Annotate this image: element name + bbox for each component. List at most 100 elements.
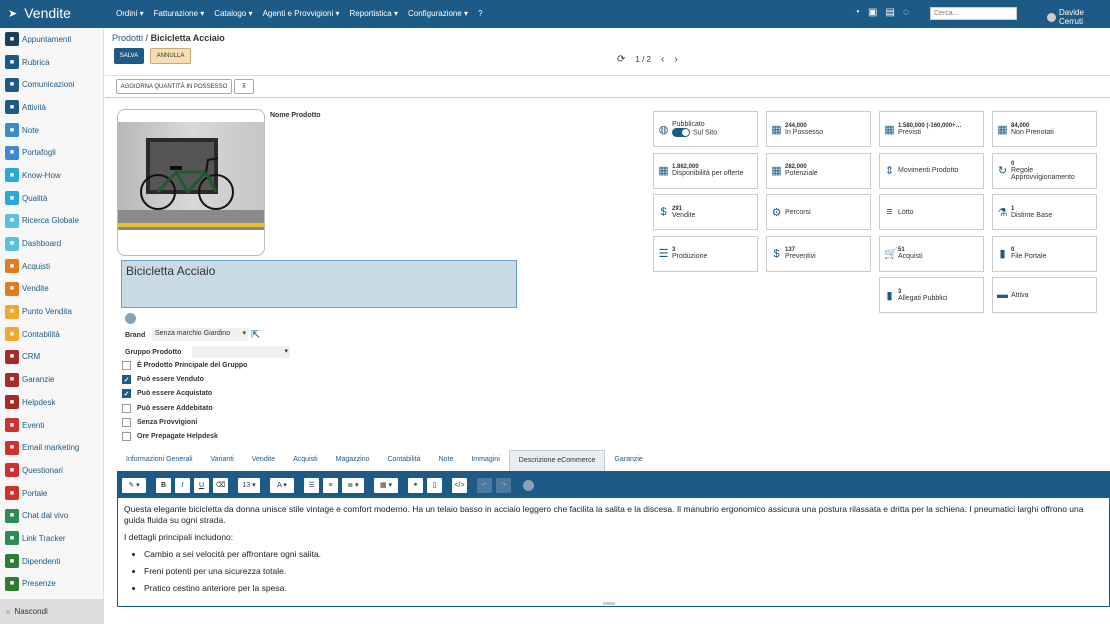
menu-fatturazione[interactable]: Fatturazione ▾ <box>154 9 205 18</box>
menu-catalogo[interactable]: Catalogo ▾ <box>214 9 252 18</box>
sidebar-item[interactable]: ■ Dashboard <box>0 232 103 255</box>
tab-item[interactable]: Descrizione eCommerce <box>508 450 606 471</box>
stat-button[interactable]: ▮ 3 Allegati Pubblici <box>879 277 984 313</box>
stat-button[interactable]: ⚙ Percorsi <box>766 194 871 230</box>
redo-button[interactable]: ↷ <box>496 477 511 493</box>
sidebar-item[interactable]: ■ Questionari <box>0 459 103 482</box>
clock-icon[interactable]: ◔ <box>854 7 860 18</box>
file-button[interactable]: ▯ <box>427 477 442 493</box>
menu-configurazione[interactable]: Configurazione ▾ <box>408 9 468 18</box>
stat-button[interactable]: ▦ 1.862,000 Disponibilità per offerte <box>653 152 758 189</box>
sidebar-item[interactable]: ■ Comunicazioni <box>0 73 103 96</box>
print-icon[interactable]: ▤ <box>886 7 895 18</box>
stat-button[interactable]: ◍ Pubblicato Sul Sito <box>653 111 758 147</box>
app-brand[interactable]: ➤ Vendite <box>8 5 71 21</box>
external-link-icon[interactable]: ⇱ <box>251 328 260 341</box>
checkbox[interactable]: ✓ <box>122 389 131 399</box>
product-group-select[interactable]: ▾ <box>192 346 290 358</box>
stat-button[interactable]: ▦ 244,000 In Possesso <box>766 111 871 147</box>
chat-icon[interactable]: ▣ <box>868 7 877 18</box>
sidebar-item[interactable]: ■ Vendite <box>0 278 103 301</box>
resize-handle[interactable] <box>603 602 615 605</box>
sidebar-item[interactable]: ■ Dipendenti <box>0 550 103 573</box>
update-quantity-button[interactable]: AGGIORNA QUANTITÀ IN POSSESSO <box>116 79 232 94</box>
checkbox[interactable]: ✓ <box>122 375 131 385</box>
checkbox-row[interactable]: Senza Provvigioni <box>122 417 197 427</box>
align-button[interactable]: ≣ ▾ <box>342 477 364 493</box>
checkbox-row[interactable]: ✓ Può essere Venduto <box>122 375 204 385</box>
checkbox-row[interactable]: Può essere Addebitato <box>122 403 213 413</box>
sidebar-item[interactable]: ■ Eventi <box>0 414 103 437</box>
style-button[interactable]: ✎ ▾ <box>122 477 146 493</box>
link-button[interactable]: ⚭ <box>408 477 423 493</box>
tab-item[interactable]: Garanzie <box>605 450 651 471</box>
tab-item[interactable]: Varianti <box>202 450 243 471</box>
sidebar-item[interactable]: ■ Portale <box>0 482 103 505</box>
stat-button[interactable]: ☰ 3 Produzione <box>653 235 758 272</box>
editor-content[interactable]: Questa elegante bicicletta da donna unis… <box>118 498 1109 606</box>
sidebar-item[interactable]: ■ Attività <box>0 96 103 119</box>
eraser-icon[interactable]: ⌫ <box>213 477 228 493</box>
checkbox[interactable] <box>122 403 131 413</box>
html-editor[interactable]: ✎ ▾ B I U ⌫ 13 ▾ A ▾ ☰ ≡ ≣ ▾ ▦ ▾ ⚭ ▯ </>… <box>117 471 1110 607</box>
spinner-icon[interactable]: ◌ <box>903 7 909 18</box>
sidebar-item[interactable]: ■ Appuntamenti <box>0 28 103 51</box>
stat-button[interactable]: 🛒 51 Acquisti <box>879 235 984 272</box>
stat-button[interactable]: ↻ 0 Regole Approvvigionamento <box>992 152 1097 189</box>
tab-item[interactable]: Magazzino <box>327 450 379 471</box>
hide-sidebar-button[interactable]: « Nascondi <box>0 599 104 624</box>
sidebar-item[interactable]: ■ Portafogli <box>0 141 103 164</box>
bold-button[interactable]: B <box>156 477 171 493</box>
stat-button[interactable]: ▬ Attiva <box>992 277 1097 313</box>
menu-agenti[interactable]: Agenti e Provvigioni ▾ <box>263 9 340 18</box>
chevron-right-icon[interactable]: › <box>674 54 677 65</box>
menu-reportistica[interactable]: Reportistica ▾ <box>350 9 398 18</box>
unordered-list-button[interactable]: ☰ <box>304 477 319 493</box>
tab-item[interactable]: Informazioni Generali <box>117 450 202 471</box>
tab-item[interactable]: Contabilità <box>378 450 429 471</box>
stat-button[interactable]: ⇕ Movimenti Prodotto <box>879 152 984 189</box>
sidebar-item[interactable]: ■ CRM <box>0 346 103 369</box>
stat-button[interactable]: ⚗ 1 Distinte Base <box>992 194 1097 230</box>
chevron-left-icon[interactable]: ‹ <box>661 54 664 65</box>
sidebar-item[interactable]: ■ Chat dal vivo <box>0 504 103 527</box>
font-size-select[interactable]: 13 ▾ <box>238 477 260 493</box>
user-menu[interactable]: Davide Cerruti <box>1047 8 1110 26</box>
toggle-switch[interactable] <box>672 128 690 137</box>
stat-button[interactable]: ▦ 282,000 Potenziale <box>766 152 871 189</box>
tab-item[interactable]: Acquisti <box>284 450 327 471</box>
brain-icon[interactable] <box>523 479 534 491</box>
sidebar-item[interactable]: ■ Garanzie <box>0 368 103 391</box>
sidebar-item[interactable]: ■ Know-How <box>0 164 103 187</box>
save-button[interactable]: SALVA <box>114 48 144 64</box>
sidebar-item[interactable]: ■ Email marketing <box>0 436 103 459</box>
hierarchy-button[interactable]: ⊼ <box>234 79 254 94</box>
product-image[interactable] <box>117 109 265 256</box>
refresh-icon[interactable]: ⟳ <box>617 54 625 65</box>
sidebar-item[interactable]: ■ Rubrica <box>0 51 103 74</box>
stat-button[interactable]: ≡ Lotto <box>879 194 984 230</box>
brain-icon[interactable] <box>125 313 136 324</box>
checkbox[interactable] <box>122 361 131 370</box>
brand-select[interactable]: Senza marchio Giardino ▾ <box>152 328 248 341</box>
stat-button[interactable]: $137 Preventivi <box>766 235 871 272</box>
sidebar-item[interactable]: ■ Acquisti <box>0 255 103 278</box>
sidebar-item[interactable]: ■ Punto Vendita <box>0 300 103 323</box>
stat-button[interactable]: ▦ 1.580,000 (-160,000+… Previsti <box>879 111 984 147</box>
menu-help[interactable]: ? <box>478 9 482 18</box>
italic-button[interactable]: I <box>175 477 190 493</box>
cancel-button[interactable]: ANNULLA <box>150 48 191 64</box>
stat-button[interactable]: ▦ 84,000 Non Prenotati <box>992 111 1097 147</box>
checkbox-row[interactable]: È Prodotto Principale del Gruppo <box>122 361 247 370</box>
checkbox[interactable] <box>122 432 131 441</box>
sidebar-item[interactable]: ■ Helpdesk <box>0 391 103 414</box>
checkbox[interactable] <box>122 417 131 427</box>
underline-button[interactable]: U <box>194 477 209 493</box>
sidebar-item[interactable]: ■ Contabilità <box>0 323 103 346</box>
sidebar-item[interactable]: ■ Qualità <box>0 187 103 210</box>
stat-button[interactable]: ▮ 0 File Portale <box>992 235 1097 272</box>
menu-ordini[interactable]: Ordini ▾ <box>116 9 144 18</box>
code-view-button[interactable]: </> <box>452 477 467 493</box>
checkbox-row[interactable]: Ore Prepagate Helpdesk <box>122 432 218 441</box>
ordered-list-button[interactable]: ≡ <box>323 477 338 493</box>
